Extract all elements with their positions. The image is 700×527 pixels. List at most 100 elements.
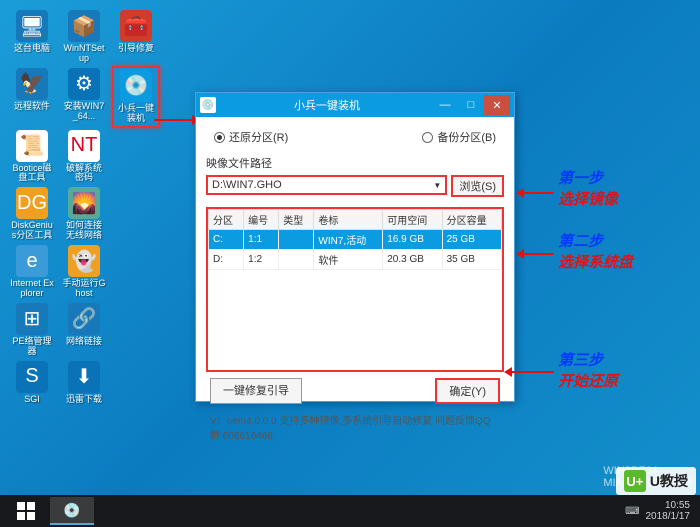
icon-label: DiskGenius分区工具 (10, 221, 54, 241)
step-label: 第二步 (558, 231, 633, 252)
time: 10:55 (646, 500, 691, 511)
path-value: D:\WIN7.GHO (212, 179, 282, 191)
ok-button[interactable]: 确定(Y) (435, 378, 500, 404)
app-window: 💿 小兵一键装机 ― □ ✕ 还原分区(R) 备份分区(B) 映像文件路径 (195, 92, 515, 402)
desktop-icon[interactable]: 📜Bootice磁盘工具 (8, 128, 56, 186)
radio-label: 备份分区(B) (437, 129, 496, 145)
icon-label: 如何连接无线网络 (62, 221, 106, 241)
cell: WIN7,活动 (314, 230, 383, 250)
task-app[interactable]: 💿 (50, 497, 94, 525)
app-icon: ⊞ (16, 303, 48, 335)
app-icon: 👻 (68, 245, 100, 277)
desktop-icon[interactable]: NT破解系统密码 (60, 128, 108, 186)
desktop-icon[interactable]: 🌄如何连接无线网络 (60, 185, 108, 243)
partition-table[interactable]: 分区编号类型卷标可用空间分区容量 C:1:1WIN7,活动16.9 GB25 G… (208, 209, 502, 270)
cell (279, 250, 314, 270)
desktop-icon[interactable]: 👻手动运行Ghost (60, 243, 108, 301)
clock[interactable]: 10:55 2018/1/17 (646, 500, 691, 522)
boot-fix-button[interactable]: 一键修复引导 (210, 378, 302, 404)
icon-label: 引导修复 (118, 44, 154, 54)
cell: 16.9 GB (383, 230, 442, 250)
dropdown-icon[interactable]: ▼ (433, 181, 441, 190)
cell (279, 230, 314, 250)
app-icon: DG (16, 187, 48, 219)
table-row[interactable]: D:1:2软件20.3 GB35 GB (209, 250, 502, 270)
desktop-icon[interactable]: DGDiskGenius分区工具 (8, 185, 56, 243)
desktop-icon[interactable]: 📦WinNTSetup (60, 8, 108, 66)
arrow-step2 (516, 247, 556, 261)
icon-label: 破解系统密码 (62, 164, 106, 184)
desktop-icon[interactable]: ⬇ 迅雷下载 (60, 359, 108, 407)
icon-label: SGI (24, 395, 40, 405)
app-icon: 🌄 (68, 187, 100, 219)
backup-radio[interactable]: 备份分区(B) (422, 129, 496, 145)
restore-radio[interactable]: 还原分区(R) (214, 129, 288, 145)
app-icon: 🧰 (120, 10, 152, 42)
maximize-button[interactable]: □ (458, 95, 484, 115)
annotation-1: 第一步 选择镜像 (558, 168, 618, 210)
icon-label: Bootice磁盘工具 (10, 164, 54, 184)
icon-label: 迅雷下载 (66, 395, 102, 405)
window-title: 小兵一键装机 (222, 97, 432, 113)
desktop-icon[interactable]: eInternet Explorer (8, 243, 56, 301)
icon-label: 这台电脑 (14, 44, 50, 54)
col-header[interactable]: 分区 (209, 210, 244, 230)
desktop-icon[interactable]: S SGI (8, 359, 56, 407)
step-label: 第一步 (558, 168, 618, 189)
table-row[interactable]: C:1:1WIN7,活动16.9 GB25 GB (209, 230, 502, 250)
partition-table-wrap: 分区编号类型卷标可用空间分区容量 C:1:1WIN7,活动16.9 GB25 G… (206, 207, 504, 372)
icon-label: PE络管理器 (10, 337, 54, 357)
annotation-2: 第二步 选择系统盘 (558, 231, 633, 273)
desktop: 🖥 这台电脑 📦WinNTSetup 🧰 引导修复 🦅远程软件⚙安装WIN7_64... 💿… (0, 0, 700, 527)
system-tray[interactable]: ⌨ 10:55 2018/1/17 (625, 500, 696, 522)
desktop-icon[interactable]: ⚙安装WIN7_64... (60, 66, 108, 128)
action-label: 选择系统盘 (558, 252, 633, 273)
cell: 20.3 GB (383, 250, 442, 270)
step-label: 第三步 (558, 350, 618, 371)
app-icon: 🖥 (16, 10, 48, 42)
minimize-button[interactable]: ― (432, 95, 458, 115)
path-label: 映像文件路径 (206, 155, 504, 171)
desktop-icon[interactable]: 🦅远程软件 (8, 66, 56, 128)
icon-label: WinNTSetup (62, 44, 106, 64)
app-icon: NT (68, 130, 100, 162)
col-header[interactable]: 编号 (244, 210, 279, 230)
cell: 35 GB (442, 250, 501, 270)
col-header[interactable]: 分区容量 (442, 210, 501, 230)
image-path-input[interactable]: D:\WIN7.GHO ▼ (206, 175, 447, 195)
action-label: 选择镜像 (558, 189, 618, 210)
taskbar[interactable]: 💿 ⌨ 10:55 2018/1/17 (0, 495, 700, 527)
start-button[interactable] (4, 497, 48, 525)
desktop-icon[interactable]: 🔗网络链接 (60, 301, 108, 359)
arrow-step1 (516, 186, 556, 200)
icon-label: 网络链接 (66, 337, 102, 347)
desktop-icon[interactable]: 🖥 这台电脑 (8, 8, 56, 66)
desktop-icon[interactable]: 🧰 引导修复 (112, 8, 160, 66)
icon-label: 远程软件 (14, 102, 50, 112)
radio-icon (422, 132, 433, 143)
icon-label: 小兵一键装机 (116, 104, 156, 124)
icon-label: 手动运行Ghost (62, 279, 106, 299)
col-header[interactable]: 可用空间 (383, 210, 442, 230)
col-header[interactable]: 类型 (279, 210, 314, 230)
app-icon: ⬇ (68, 361, 100, 393)
close-button[interactable]: ✕ (484, 95, 510, 115)
browse-button[interactable]: 浏览(S) (451, 175, 504, 197)
col-header[interactable]: 卷标 (314, 210, 383, 230)
logo-icon: U+ (624, 470, 646, 492)
window-body: 还原分区(R) 备份分区(B) 映像文件路径 D:\WIN7.GHO ▼ 浏览(… (196, 117, 514, 452)
logo-stamp: U+ U教授 (616, 467, 696, 495)
app-icon: 📦 (68, 10, 100, 42)
keyboard-icon[interactable]: ⌨ (625, 506, 639, 517)
radio-label: 还原分区(R) (229, 129, 288, 145)
arrow-1 (152, 110, 200, 130)
app-icon: S (16, 361, 48, 393)
logo-text: U教授 (650, 471, 688, 491)
app-icon: 💿 (200, 97, 216, 113)
titlebar[interactable]: 💿 小兵一键装机 ― □ ✕ (196, 93, 514, 117)
app-icon: 💿 (120, 70, 152, 102)
cell: 25 GB (442, 230, 501, 250)
desktop-icon[interactable]: ⊞PE络管理器 (8, 301, 56, 359)
footer-text: V：oem4.0.0.0 支持多种镜像,多系统引导自动修复 问题反馈QQ群:60… (206, 410, 504, 444)
action-label: 开始还原 (558, 371, 618, 392)
